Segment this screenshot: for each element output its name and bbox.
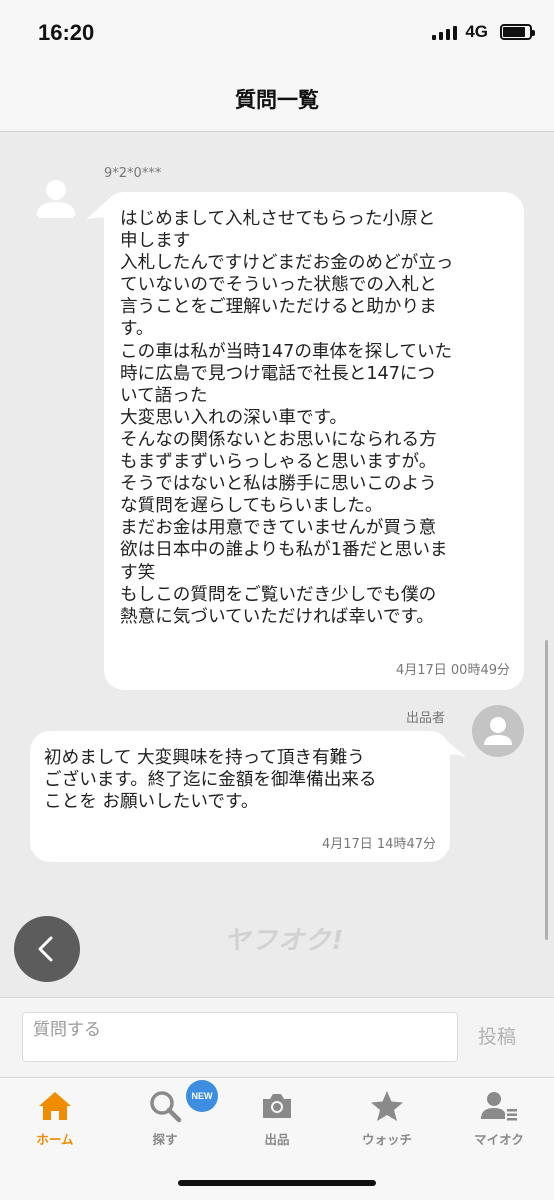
status-time: 16:20 — [38, 20, 95, 45]
seller-avatar-icon — [472, 705, 524, 757]
tab-label: 探す — [152, 1132, 178, 1147]
home-icon — [0, 1086, 110, 1126]
home-indicator — [178, 1180, 376, 1186]
tab-label: ウォッチ — [361, 1132, 412, 1147]
status-indicators: 4G — [432, 22, 535, 42]
new-badge: NEW — [186, 1080, 218, 1112]
star-icon — [332, 1086, 442, 1126]
bidder-avatar-icon — [30, 172, 82, 224]
tab-my-auction[interactable]: マイオク — [444, 1086, 554, 1152]
tab-watch[interactable]: ウォッチ — [332, 1086, 442, 1152]
seller-label: 出品者 — [406, 711, 446, 726]
user-list-icon — [444, 1086, 554, 1126]
signal-icon — [432, 24, 458, 40]
question-input[interactable] — [22, 1012, 458, 1062]
network-type: 4G — [465, 22, 488, 41]
message-text: はじめまして入札させてもらった小原と 申します 入札したんですけどまだお金のめど… — [120, 209, 454, 627]
chevron-left-icon — [38, 936, 53, 962]
message-timestamp: 4月17日 14時47分 — [321, 837, 436, 852]
nav-header: 質問一覧 — [0, 64, 554, 132]
message-text: 初めまして 大変興味を持って頂き有難う ございます。終了迄に金額を御準備出来る … — [44, 748, 377, 813]
back-button[interactable] — [14, 916, 80, 982]
tab-home[interactable]: ホーム — [0, 1086, 110, 1152]
scrollbar[interactable] — [545, 640, 548, 940]
page-title: 質問一覧 — [235, 88, 319, 112]
message-timestamp: 4月17日 00時49分 — [395, 663, 510, 678]
status-bar: 16:20 4G — [0, 0, 554, 64]
tab-sell[interactable]: 出品 — [222, 1086, 332, 1152]
tab-label: 出品 — [264, 1132, 290, 1147]
tab-label: ホーム — [36, 1132, 74, 1147]
camera-icon — [222, 1086, 332, 1126]
bidder-username: 9*2*0*** — [104, 166, 162, 181]
battery-icon — [500, 24, 535, 40]
post-button[interactable]: 投稿 — [478, 1022, 516, 1049]
tab-label: マイオク — [474, 1132, 524, 1147]
yahuoku-logo: ヤフオク! — [224, 926, 345, 956]
